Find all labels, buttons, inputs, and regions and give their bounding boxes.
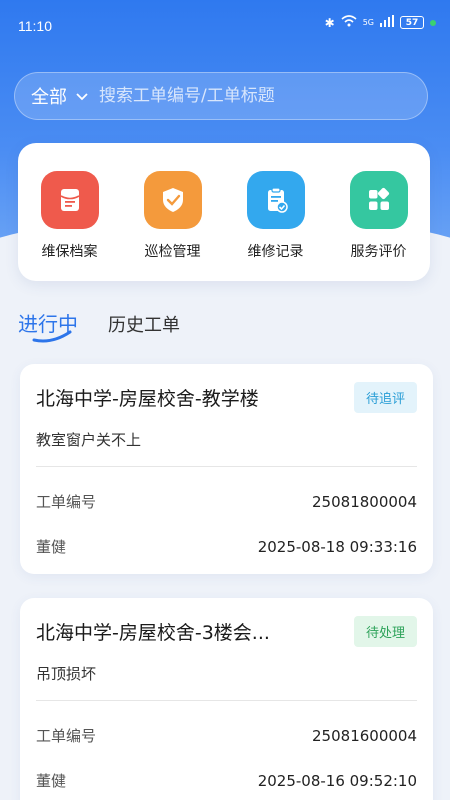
order-card[interactable]: 北海中学-房屋校舍-3楼会... 待处理 吊顶损坏 工单编号 250816000… [20,598,433,800]
order-number-label: 工单编号 [36,727,97,745]
order-number: 25081600004 [312,726,417,745]
divider [36,466,417,467]
status-badge: 待追评 [353,382,417,413]
chevron-down-icon[interactable] [75,89,89,103]
quick-action-service-review[interactable]: 服务评价 [334,171,424,281]
quick-action-label: 服务评价 [350,244,407,260]
wifi-icon [341,15,357,30]
signal-label: 5G [362,18,374,27]
search-scope-select[interactable]: 全部 [31,83,67,109]
order-datetime: 2025-08-16 09:52:10 [257,771,417,790]
order-number-label: 工单编号 [36,493,97,511]
order-tabs: 进行中 历史工单 [18,308,180,343]
tab-history[interactable]: 历史工单 [108,311,180,337]
divider [36,700,417,701]
quick-action-label: 巡检管理 [144,244,201,260]
order-description: 吊顶损坏 [36,665,97,683]
order-title: 北海中学-房屋校舍-教学楼 [36,388,259,410]
signal-icon [380,15,394,30]
quick-action-inspection[interactable]: 巡检管理 [128,171,218,281]
quick-action-repair-records[interactable]: 维修记录 [231,171,321,281]
charging-dot [430,19,436,26]
order-datetime: 2025-08-18 09:33:16 [257,537,417,556]
bluetooth-icon: ✱ [324,15,335,30]
tab-active-indicator [32,330,72,343]
order-person: 董健 [36,538,67,556]
order-number: 25081800004 [312,492,417,511]
order-description: 教室窗户关不上 [36,431,142,449]
tab-label: 历史工单 [108,315,180,336]
status-icons: ✱ 5G 57 [325,15,436,30]
quick-actions-panel: 维保档案 巡检管理 维修记录 服务评价 [18,143,430,281]
quick-action-label: 维保档案 [41,244,98,260]
search-bar[interactable]: 全部 [14,72,428,120]
quick-action-archive[interactable]: 维保档案 [25,171,115,281]
battery-icon: 57 [400,16,424,29]
quick-action-label: 维修记录 [247,244,304,260]
status-bar: 11:10 ✱ 5G 57 [0,0,450,48]
tab-in-progress[interactable]: 进行中 [18,308,78,343]
shield-check-icon [143,171,202,229]
battery-level: 57 [405,17,419,28]
order-title: 北海中学-房屋校舍-3楼会... [36,622,270,644]
order-person: 董健 [36,772,67,790]
clipboard-icon [246,171,305,229]
status-time: 11:10 [18,18,52,34]
search-input[interactable] [99,86,427,106]
archive-icon [40,171,99,229]
order-card[interactable]: 北海中学-房屋校舍-教学楼 待追评 教室窗户关不上 工单编号 250818000… [20,364,433,574]
grid-apps-icon [349,171,408,229]
status-badge: 待处理 [353,616,417,647]
